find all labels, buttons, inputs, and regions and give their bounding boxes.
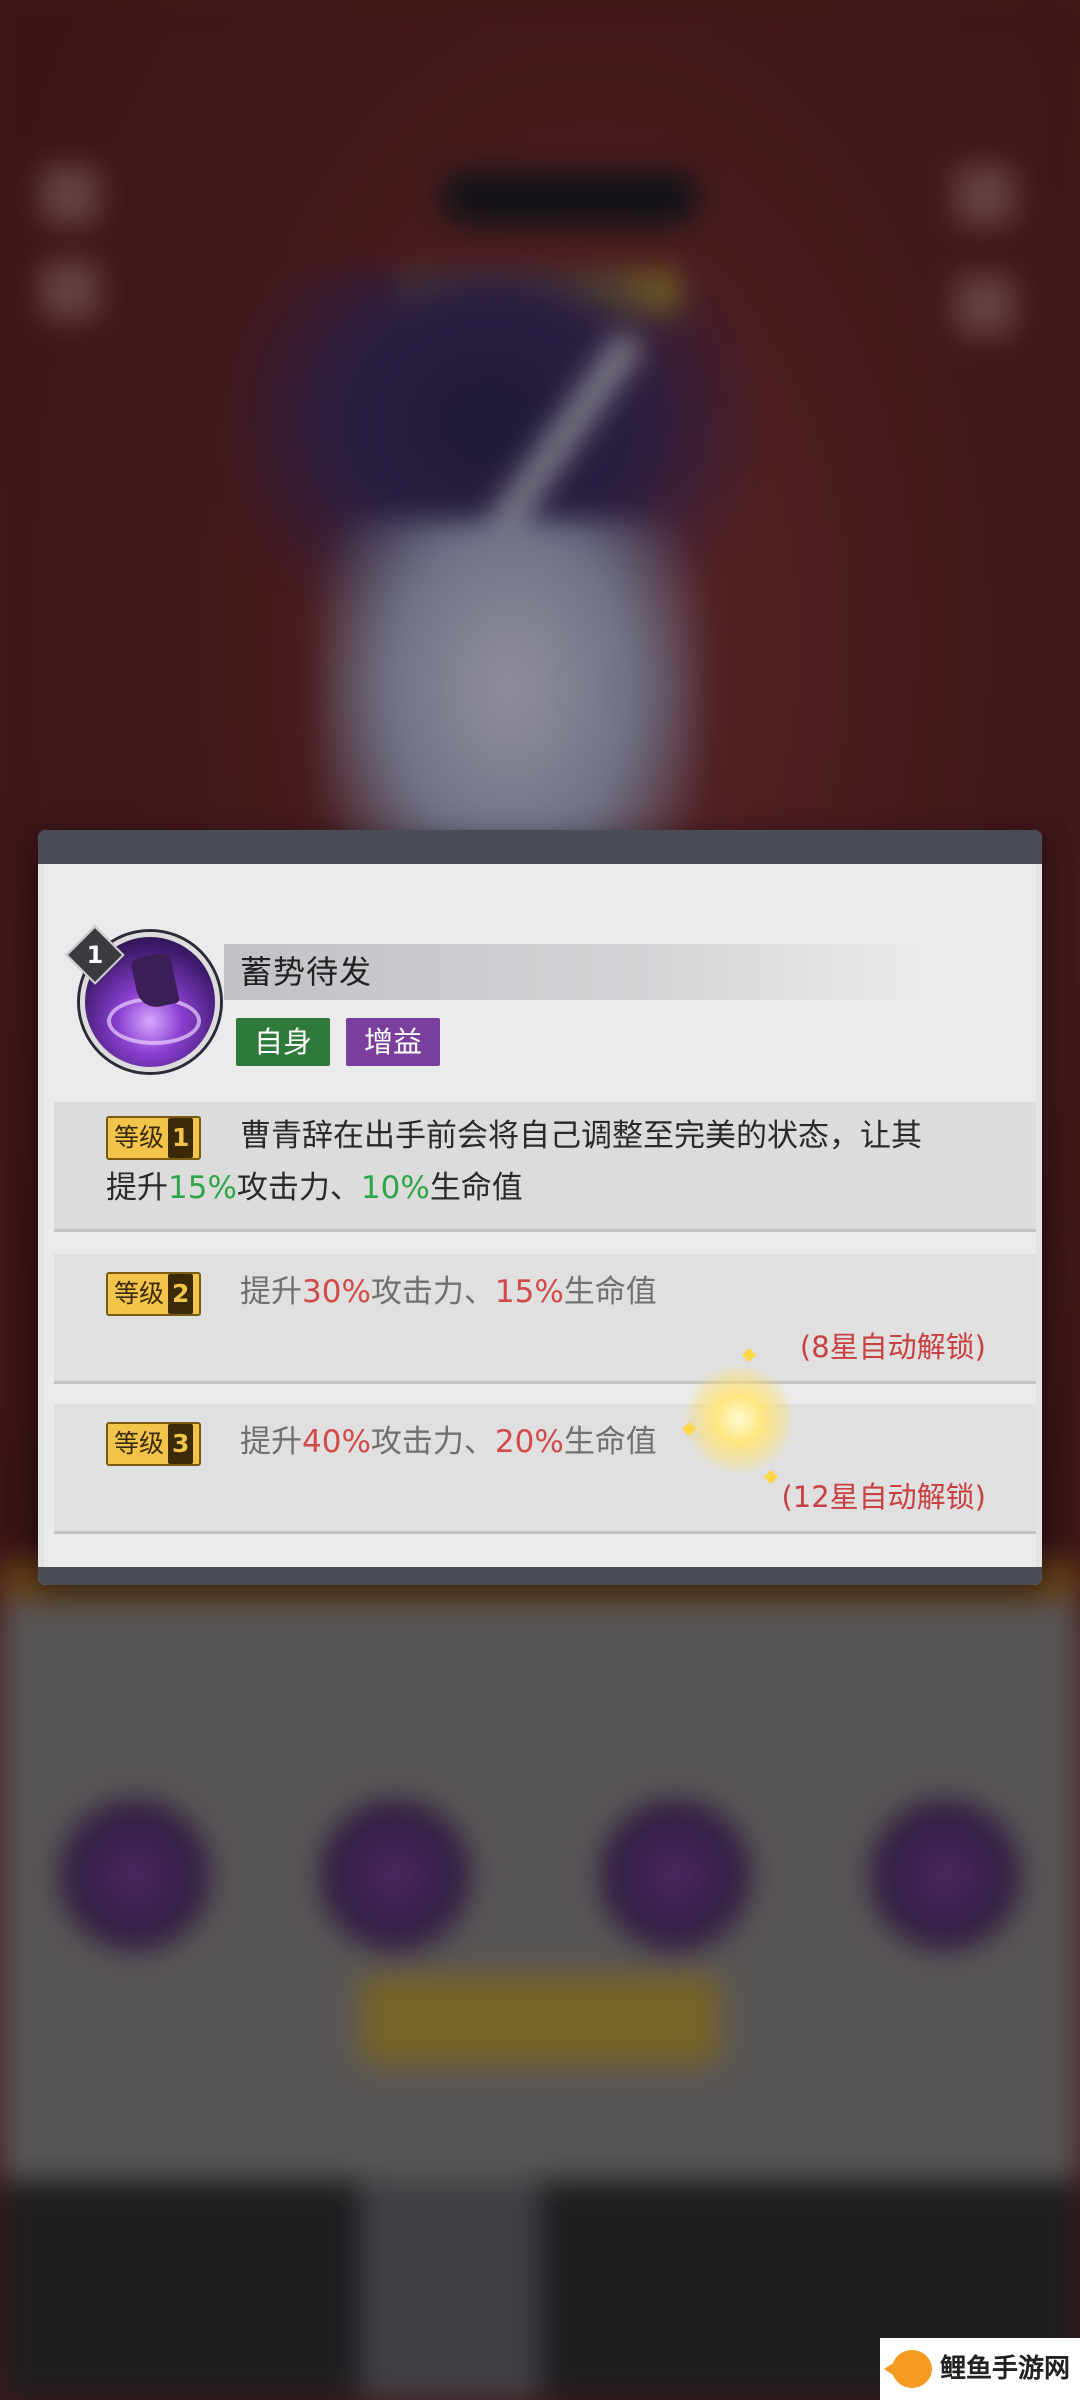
skill-title: 蓄势待发 xyxy=(240,953,373,991)
game-screen: 1 蓄势待发 自身 增益 等级 1 曹青辞在出手前会将自己调整至完美的状态，让其 … xyxy=(0,0,1080,2400)
level-badge-number: 1 xyxy=(168,1118,194,1158)
level-1-hp-label: 生命值 xyxy=(429,1170,523,1206)
level-1-description-line-1: 曹青辞在出手前会将自己调整至完美的状态，让其 xyxy=(240,1110,922,1162)
level-badge-label: 等级 xyxy=(114,1429,165,1458)
popup-body: 1 蓄势待发 自身 增益 等级 1 曹青辞在出手前会将自己调整至完美的状态，让其 … xyxy=(44,864,1036,1567)
level-badge-label: 等级 xyxy=(114,1123,165,1152)
level-card-3: 等级 3 提升40%攻击力、20%生命值 (12星自动解锁) xyxy=(54,1404,1036,1534)
level-3-prefix: 提升 xyxy=(240,1424,302,1460)
level-badge-number: 2 xyxy=(168,1274,194,1314)
level-3-unlock-note: (12星自动解锁) xyxy=(781,1480,986,1514)
level-1-description-text: 曹青辞在出手前会将自己调整至完美的状态，让其 xyxy=(240,1118,922,1154)
level-2-attack-label: 攻击力、 xyxy=(370,1274,495,1310)
level-card-1: 等级 1 曹青辞在出手前会将自己调整至完美的状态，让其 提升15%攻击力、10%生… xyxy=(54,1102,1036,1232)
level-badge-1: 等级 1 xyxy=(106,1116,202,1160)
level-badge-2: 等级 2 xyxy=(106,1272,202,1316)
tag-self: 自身 xyxy=(236,1018,331,1066)
level-card-2: 等级 2 提升30%攻击力、15%生命值 (8星自动解锁) xyxy=(54,1254,1036,1384)
level-1-attack-label: 攻击力、 xyxy=(236,1170,361,1206)
level-badge-number: 3 xyxy=(168,1424,194,1464)
level-2-hp-value: 15% xyxy=(494,1274,564,1310)
popup-bottom-border xyxy=(38,1567,1042,1585)
level-3-description: 提升40%攻击力、20%生命值 xyxy=(240,1416,657,1468)
skill-detail-popup: 1 蓄势待发 自身 增益 等级 1 曹青辞在出手前会将自己调整至完美的状态，让其 … xyxy=(38,830,1042,1585)
level-1-description-line-2: 提升15%攻击力、10%生命值 xyxy=(106,1162,523,1214)
level-1-hp-value: 10% xyxy=(360,1170,430,1206)
watermark-text: 鲤鱼手游网 xyxy=(940,2354,1071,2384)
tag-buff: 增益 xyxy=(346,1018,441,1066)
level-badge-3: 等级 3 xyxy=(106,1422,202,1466)
level-3-attack-label: 攻击力、 xyxy=(370,1424,495,1460)
level-3-attack-value: 40% xyxy=(302,1424,371,1460)
level-2-attack-value: 30% xyxy=(302,1274,371,1310)
site-watermark: 鲤鱼手游网 xyxy=(880,2338,1080,2400)
level-1-prefix: 提升 xyxy=(106,1170,168,1206)
level-1-attack-value: 15% xyxy=(168,1170,237,1206)
fish-logo-icon xyxy=(892,2350,932,2388)
level-badge-label: 等级 xyxy=(114,1279,165,1308)
skill-level-number: 1 xyxy=(86,941,104,969)
level-3-hp-label: 生命值 xyxy=(563,1424,657,1460)
popup-top-border xyxy=(38,830,1042,864)
level-2-unlock-note: (8星自动解锁) xyxy=(799,1330,986,1364)
level-2-description: 提升30%攻击力、15%生命值 xyxy=(240,1266,657,1318)
level-2-hp-label: 生命值 xyxy=(563,1274,657,1310)
level-3-hp-value: 20% xyxy=(494,1424,564,1460)
level-2-prefix: 提升 xyxy=(240,1274,302,1310)
